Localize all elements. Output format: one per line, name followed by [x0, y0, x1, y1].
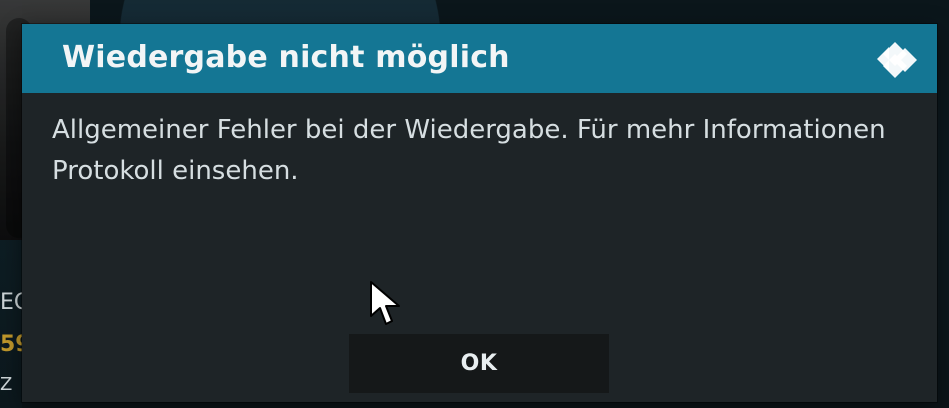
ok-button[interactable]: OK	[349, 334, 609, 393]
kodi-logo-icon	[877, 42, 917, 78]
dialog-title: Wiedergabe nicht möglich	[62, 40, 510, 75]
background-text-z: Z	[0, 374, 13, 395]
dialog-header: Wiedergabe nicht möglich	[22, 24, 937, 93]
background-text-ec: EC	[0, 290, 22, 315]
dialog-message: Allgemeiner Fehler bei der Wiedergabe. F…	[52, 115, 886, 186]
background-text-59: 59	[0, 332, 22, 357]
error-dialog: Wiedergabe nicht möglich Allgemeiner Feh…	[22, 24, 937, 402]
